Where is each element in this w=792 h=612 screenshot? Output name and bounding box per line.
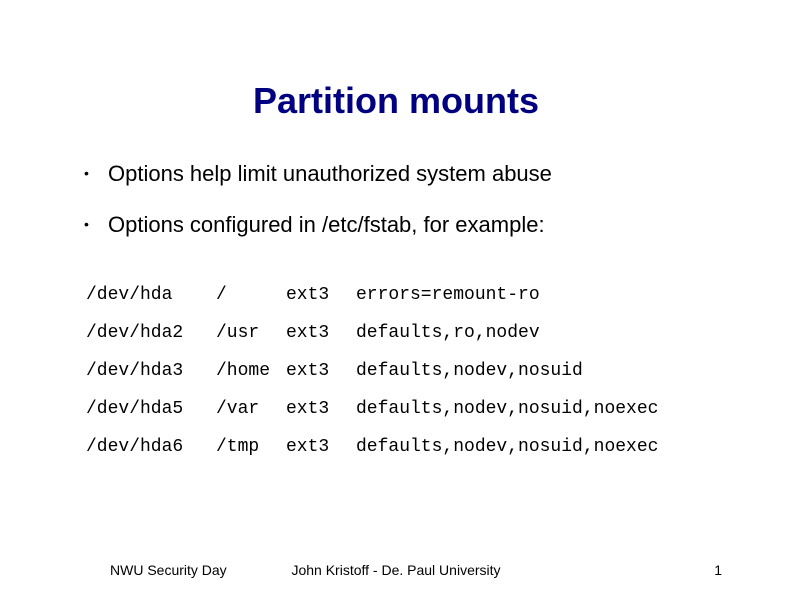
cell-device: /dev/hda <box>86 285 216 305</box>
footer: NWU Security Day John Kristoff - De. Pau… <box>0 562 792 578</box>
slide: Partition mounts Options help limit unau… <box>0 0 792 612</box>
bullet-item: Options configured in /etc/fstab, for ex… <box>80 211 712 240</box>
table-row: /dev/hda5 /var ext3 defaults,nodev,nosui… <box>86 399 712 419</box>
cell-fs: ext3 <box>286 323 356 343</box>
table-row: /dev/hda6 /tmp ext3 defaults,nodev,nosui… <box>86 437 712 457</box>
cell-fs: ext3 <box>286 399 356 419</box>
table-row: /dev/hda / ext3 errors=remount-ro <box>86 285 712 305</box>
table-row: /dev/hda3 /home ext3 defaults,nodev,nosu… <box>86 361 712 381</box>
table-row: /dev/hda2 /usr ext3 defaults,ro,nodev <box>86 323 712 343</box>
cell-mount: / <box>216 285 286 305</box>
slide-title: Partition mounts <box>80 80 712 122</box>
cell-device: /dev/hda2 <box>86 323 216 343</box>
bullet-item: Options help limit unauthorized system a… <box>80 160 712 189</box>
cell-fs: ext3 <box>286 361 356 381</box>
footer-center: John Kristoff - De. Paul University <box>261 562 530 578</box>
cell-device: /dev/hda3 <box>86 361 216 381</box>
cell-mount: /usr <box>216 323 286 343</box>
cell-device: /dev/hda5 <box>86 399 216 419</box>
footer-left: NWU Security Day <box>0 562 261 578</box>
cell-opts: errors=remount-ro <box>356 285 712 305</box>
footer-right: 1 <box>531 562 792 578</box>
cell-mount: /home <box>216 361 286 381</box>
cell-opts: defaults,nodev,nosuid,noexec <box>356 437 712 457</box>
cell-opts: defaults,nodev,nosuid <box>356 361 712 381</box>
cell-fs: ext3 <box>286 285 356 305</box>
cell-opts: defaults,nodev,nosuid,noexec <box>356 399 712 419</box>
cell-mount: /tmp <box>216 437 286 457</box>
bullet-list: Options help limit unauthorized system a… <box>80 160 712 239</box>
cell-device: /dev/hda6 <box>86 437 216 457</box>
cell-opts: defaults,ro,nodev <box>356 323 712 343</box>
cell-mount: /var <box>216 399 286 419</box>
fstab-table: /dev/hda / ext3 errors=remount-ro /dev/h… <box>86 285 712 457</box>
cell-fs: ext3 <box>286 437 356 457</box>
